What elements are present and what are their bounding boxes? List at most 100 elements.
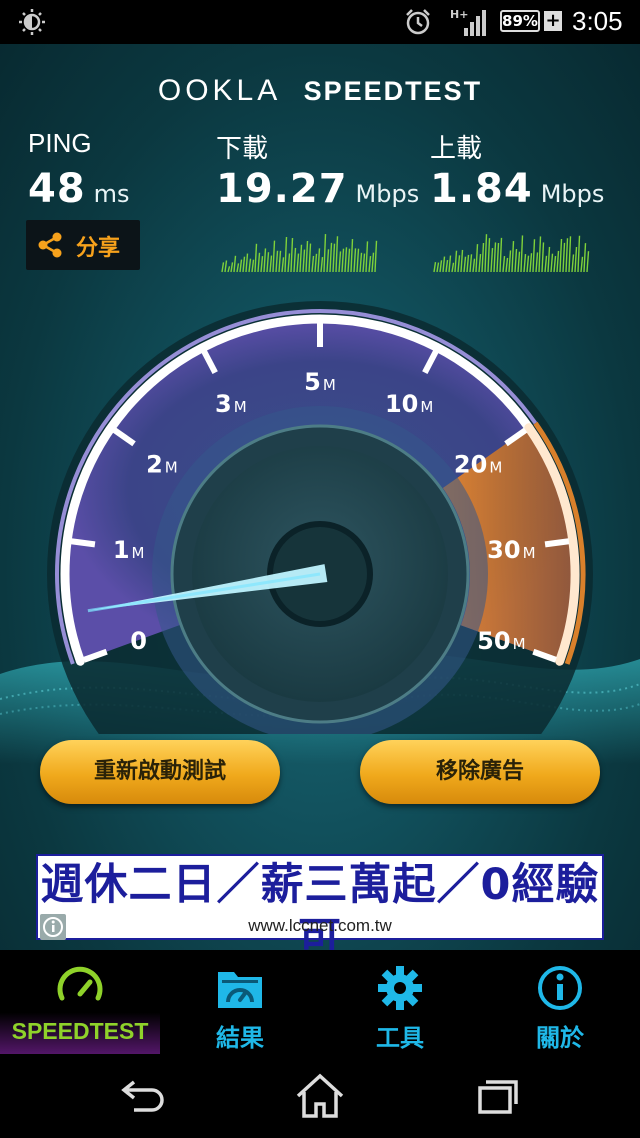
graph-bar <box>517 251 521 273</box>
graph-bar <box>556 250 560 273</box>
graph-bar <box>365 241 369 273</box>
speedometer-icon <box>57 966 103 1001</box>
graph-bar <box>287 253 291 273</box>
graph-bar <box>460 249 464 273</box>
graph-bar <box>544 255 548 273</box>
graph-bar <box>221 262 225 273</box>
graph-bar <box>257 252 261 273</box>
graph-bar <box>499 237 503 273</box>
graph-bar <box>311 255 315 273</box>
battery-indicator: 89% <box>500 10 540 32</box>
graph-bar <box>242 256 246 273</box>
ad-info-icon[interactable] <box>40 914 66 940</box>
graph-bar <box>445 260 449 273</box>
graph-bar <box>511 241 515 273</box>
upload-graph <box>433 234 590 273</box>
graph-bar <box>356 248 360 273</box>
upload-value-group: 1.84 Mbps <box>430 166 604 212</box>
info-icon <box>538 966 582 1010</box>
svg-text:H+: H+ <box>450 8 468 21</box>
graph-bar <box>248 258 252 273</box>
gear-icon <box>378 966 422 1010</box>
graph-bar <box>362 253 366 273</box>
graph-bar <box>439 260 443 273</box>
graph-bar <box>272 240 276 273</box>
graph-bar <box>535 252 539 273</box>
graph-bar <box>341 248 345 273</box>
graph-bar <box>574 246 578 273</box>
graph-bar <box>568 236 572 273</box>
signal-icon: H+ <box>450 8 486 36</box>
graph-bar <box>448 255 452 273</box>
home-icon[interactable] <box>290 1072 350 1120</box>
graph-bar <box>463 256 467 273</box>
graph-bar <box>481 242 485 273</box>
graph-bar <box>502 255 506 273</box>
gauge-tick <box>70 538 96 548</box>
tab-tools[interactable]: 工具 <box>320 950 480 1054</box>
graph-bar <box>299 244 303 273</box>
graph-bar <box>493 242 497 273</box>
back-icon[interactable] <box>112 1072 172 1120</box>
graph-bar <box>565 238 569 273</box>
graph-bar <box>472 258 476 273</box>
graph-bar <box>344 247 348 273</box>
graph-bar <box>541 242 545 273</box>
graph-bar <box>245 253 249 273</box>
graph-bar <box>508 250 512 273</box>
graph-bar <box>338 251 342 273</box>
graph-bar <box>275 250 279 273</box>
graph-bar <box>350 239 354 273</box>
graph-bar <box>553 255 557 273</box>
graph-bar <box>227 266 231 273</box>
tab-results[interactable]: 結果 <box>160 950 320 1054</box>
alarm-icon <box>406 9 430 35</box>
folder-icon <box>218 972 262 1008</box>
graph-bar <box>359 252 363 273</box>
brightness-icon <box>19 9 45 35</box>
app-logo: OOKLA SPEEDTEST <box>0 74 640 108</box>
graph-bar <box>260 256 264 273</box>
graph-bar <box>496 242 500 273</box>
graph-bar <box>532 239 536 273</box>
tab-label-speedtest: SPEEDTEST <box>11 1018 149 1044</box>
logo-brand: OOKLA <box>157 74 282 107</box>
remove-ads-button[interactable]: 移除廣告 <box>360 740 600 804</box>
tab-label-results: 結果 <box>216 1024 264 1052</box>
graph-bar <box>296 253 300 273</box>
graph-bar <box>308 243 312 273</box>
recent-apps-icon[interactable] <box>468 1072 528 1120</box>
share-button[interactable]: 分享 <box>26 220 140 270</box>
download-label: 下載 <box>216 133 269 163</box>
graph-bar <box>251 259 255 273</box>
graph-bar <box>457 255 461 273</box>
tab-speedtest[interactable]: SPEEDTEST <box>0 950 160 1054</box>
download-unit: Mbps <box>355 180 420 208</box>
graph-bar <box>475 244 479 273</box>
graph-bar <box>284 236 288 273</box>
status-bar: H+ 89% + 3:05 <box>0 0 640 44</box>
clock: 3:05 <box>572 6 623 36</box>
graph-bar <box>326 249 330 273</box>
share-label: 分享 <box>76 236 121 261</box>
graph-bar <box>586 251 590 273</box>
graph-bar <box>487 238 491 273</box>
ping-unit: ms <box>93 180 130 208</box>
ad-url: www.lccnet.com.tw <box>248 916 392 935</box>
graph-bar <box>230 262 234 273</box>
tab-about[interactable]: 關於 <box>480 950 640 1054</box>
ad-banner[interactable]: 週休二日／薪三萬起／0經驗可 www.lccnet.com.tw <box>36 854 604 950</box>
graph-bar <box>505 257 509 273</box>
graph-bar <box>263 248 267 273</box>
charging-icon: + <box>544 10 562 31</box>
graph-bar <box>290 237 294 273</box>
restart-test-button[interactable]: 重新啟動測試 <box>40 740 280 804</box>
graph-bar <box>580 256 584 273</box>
graph-bar <box>353 248 357 273</box>
graph-bar <box>239 259 243 273</box>
bottom-tab-bar: SPEEDTEST 結果 工具 關於 <box>0 950 640 1054</box>
graph-bar <box>266 252 270 273</box>
graph-bar <box>335 236 339 273</box>
ping-label: PING <box>28 128 92 158</box>
graph-bar <box>224 260 228 273</box>
